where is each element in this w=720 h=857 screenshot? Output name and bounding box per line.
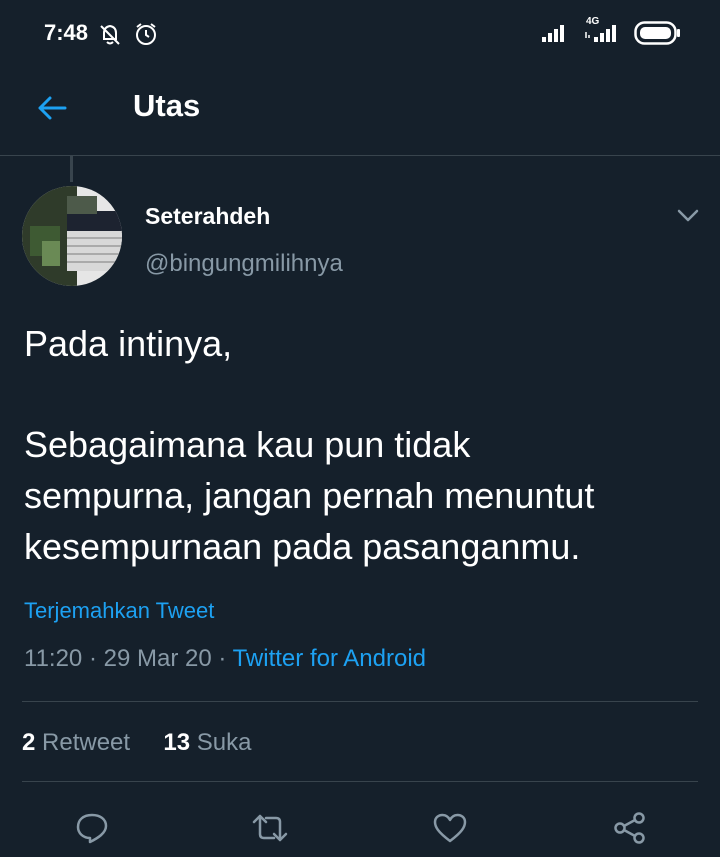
tweet-source-link[interactable]: Twitter for Android <box>233 645 426 672</box>
back-button[interactable] <box>30 86 74 130</box>
retweet-button[interactable] <box>248 808 292 848</box>
status-bar-time: 7:48 <box>44 20 89 45</box>
likes-stat[interactable]: 13 Suka <box>163 729 251 756</box>
heart-icon <box>433 813 467 843</box>
retweet-icon <box>252 814 288 842</box>
meta-separator: · <box>88 645 97 672</box>
alarm-icon <box>136 23 156 45</box>
translate-tweet-link[interactable]: Terjemahkan Tweet <box>24 598 214 624</box>
notifications-off-icon <box>100 24 120 45</box>
battery-icon <box>634 21 680 45</box>
retweet-label: Retweet <box>42 729 131 756</box>
reply-button[interactable] <box>70 808 114 848</box>
share-button[interactable] <box>608 808 652 848</box>
retweets-stat[interactable]: 2 Retweet <box>22 729 130 756</box>
reply-icon <box>76 813 108 844</box>
tweet-text-line: sempurna, jangan pernah menuntut <box>24 475 595 516</box>
tweet-stats: 2 Retweet 13 Suka <box>22 729 252 757</box>
header-divider <box>0 155 720 156</box>
retweet-count: 2 <box>22 729 36 756</box>
author-handle[interactable]: @bingungmilihnya <box>145 250 343 278</box>
avatar-image <box>22 186 122 286</box>
divider <box>22 701 698 702</box>
meta-separator: · <box>218 645 227 672</box>
arrow-left-icon <box>38 96 67 120</box>
thread-connector-line <box>70 156 73 182</box>
tweet-meta: 11:20 · 29 Mar 20 · Twitter for Android <box>24 645 426 673</box>
more-options-button[interactable] <box>674 204 702 228</box>
tweet-text-line: Pada intinya, <box>24 323 233 364</box>
tweet-text-line: kesempurnaan pada pasanganmu. <box>24 526 581 567</box>
tweet-text-line: Sebagaimana kau pun tidak <box>24 424 471 465</box>
tweet-time: 11:20 <box>24 645 83 672</box>
signal-4g-icon <box>585 25 616 42</box>
chevron-down-icon <box>677 209 699 222</box>
like-label: Suka <box>196 729 252 756</box>
tweet-date: 29 Mar 20 <box>103 645 212 672</box>
signal-icon <box>542 25 564 42</box>
like-button[interactable] <box>428 808 472 848</box>
avatar[interactable] <box>22 186 122 286</box>
divider <box>22 781 698 782</box>
like-count: 13 <box>163 729 191 756</box>
page-title: Utas <box>133 88 201 123</box>
author-display-name[interactable]: Seterahdeh <box>145 203 270 230</box>
share-icon <box>614 812 645 844</box>
